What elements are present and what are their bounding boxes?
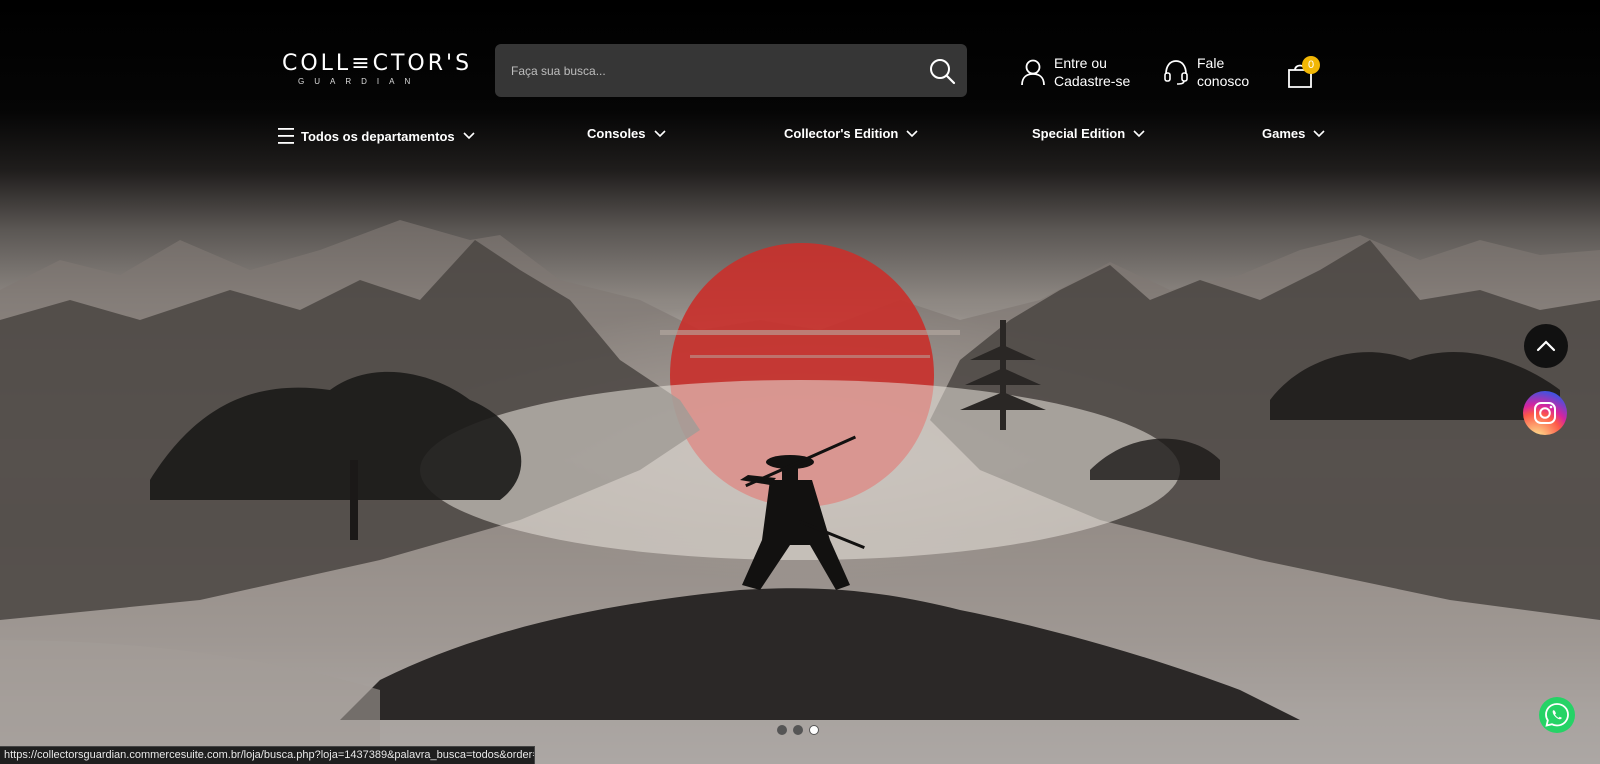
hero-artwork (0, 220, 1600, 764)
account-link[interactable]: Entre ou Cadastre-se (1020, 54, 1130, 90)
nav-label: Collector's Edition (784, 126, 899, 141)
account-label-line2: Cadastre-se (1054, 73, 1131, 89)
instagram-icon (1534, 402, 1556, 424)
carousel-pagination (777, 725, 825, 735)
browser-status-bar: https://collectorsguardian.commercesuite… (0, 746, 535, 764)
carousel-dot-3[interactable] (809, 725, 819, 735)
logo-text: COLL≡CTOR'S (282, 51, 473, 76)
nav-consoles[interactable]: Consoles (587, 126, 666, 141)
whatsapp-icon (1545, 703, 1569, 727)
instagram-button[interactable] (1523, 391, 1567, 435)
carousel-dot-1[interactable] (777, 725, 787, 735)
carousel-dot-2[interactable] (793, 725, 803, 735)
user-icon (1021, 59, 1045, 86)
cart-button[interactable]: 0 (1286, 56, 1322, 88)
nav-collectors-edition[interactable]: Collector's Edition (784, 126, 918, 141)
nav-games[interactable]: Games (1262, 126, 1325, 141)
account-label: Entre ou Cadastre-se (1054, 54, 1130, 90)
contact-link[interactable]: Fale conosco (1163, 54, 1249, 90)
search-bar (495, 44, 967, 97)
logo-subtext: GUARDIAN (298, 77, 421, 86)
nav-label: Special Edition (1032, 126, 1126, 141)
account-label-line1: Entre ou (1054, 55, 1107, 71)
nav-label: Games (1262, 126, 1306, 141)
search-icon (930, 59, 956, 85)
chevron-down-icon (463, 132, 475, 140)
search-input[interactable] (511, 44, 901, 97)
whatsapp-button[interactable] (1539, 697, 1575, 733)
site-logo[interactable]: COLL≡CTOR'S GUARDIAN (282, 51, 473, 92)
hero-banner[interactable] (0, 0, 1600, 764)
nav-special-edition[interactable]: Special Edition (1032, 126, 1145, 141)
cart-count-badge: 0 (1302, 56, 1320, 74)
chevron-down-icon (1313, 129, 1325, 137)
search-button[interactable] (927, 56, 957, 86)
headset-icon (1164, 60, 1188, 85)
chevron-up-icon (1536, 340, 1556, 352)
chevron-down-icon (1133, 129, 1145, 137)
chevron-down-icon (653, 129, 666, 137)
contact-label-line1: Fale (1197, 55, 1225, 71)
contact-label: Fale conosco (1197, 54, 1249, 90)
nav-all-departments[interactable]: Todos os departamentos (277, 126, 475, 146)
chevron-down-icon (906, 129, 918, 137)
back-to-top-button[interactable] (1524, 324, 1568, 368)
nav-label: Consoles (587, 126, 646, 141)
contact-label-line2: conosco (1197, 73, 1250, 89)
hamburger-icon (278, 128, 294, 144)
nav-label: Todos os departamentos (301, 128, 455, 144)
